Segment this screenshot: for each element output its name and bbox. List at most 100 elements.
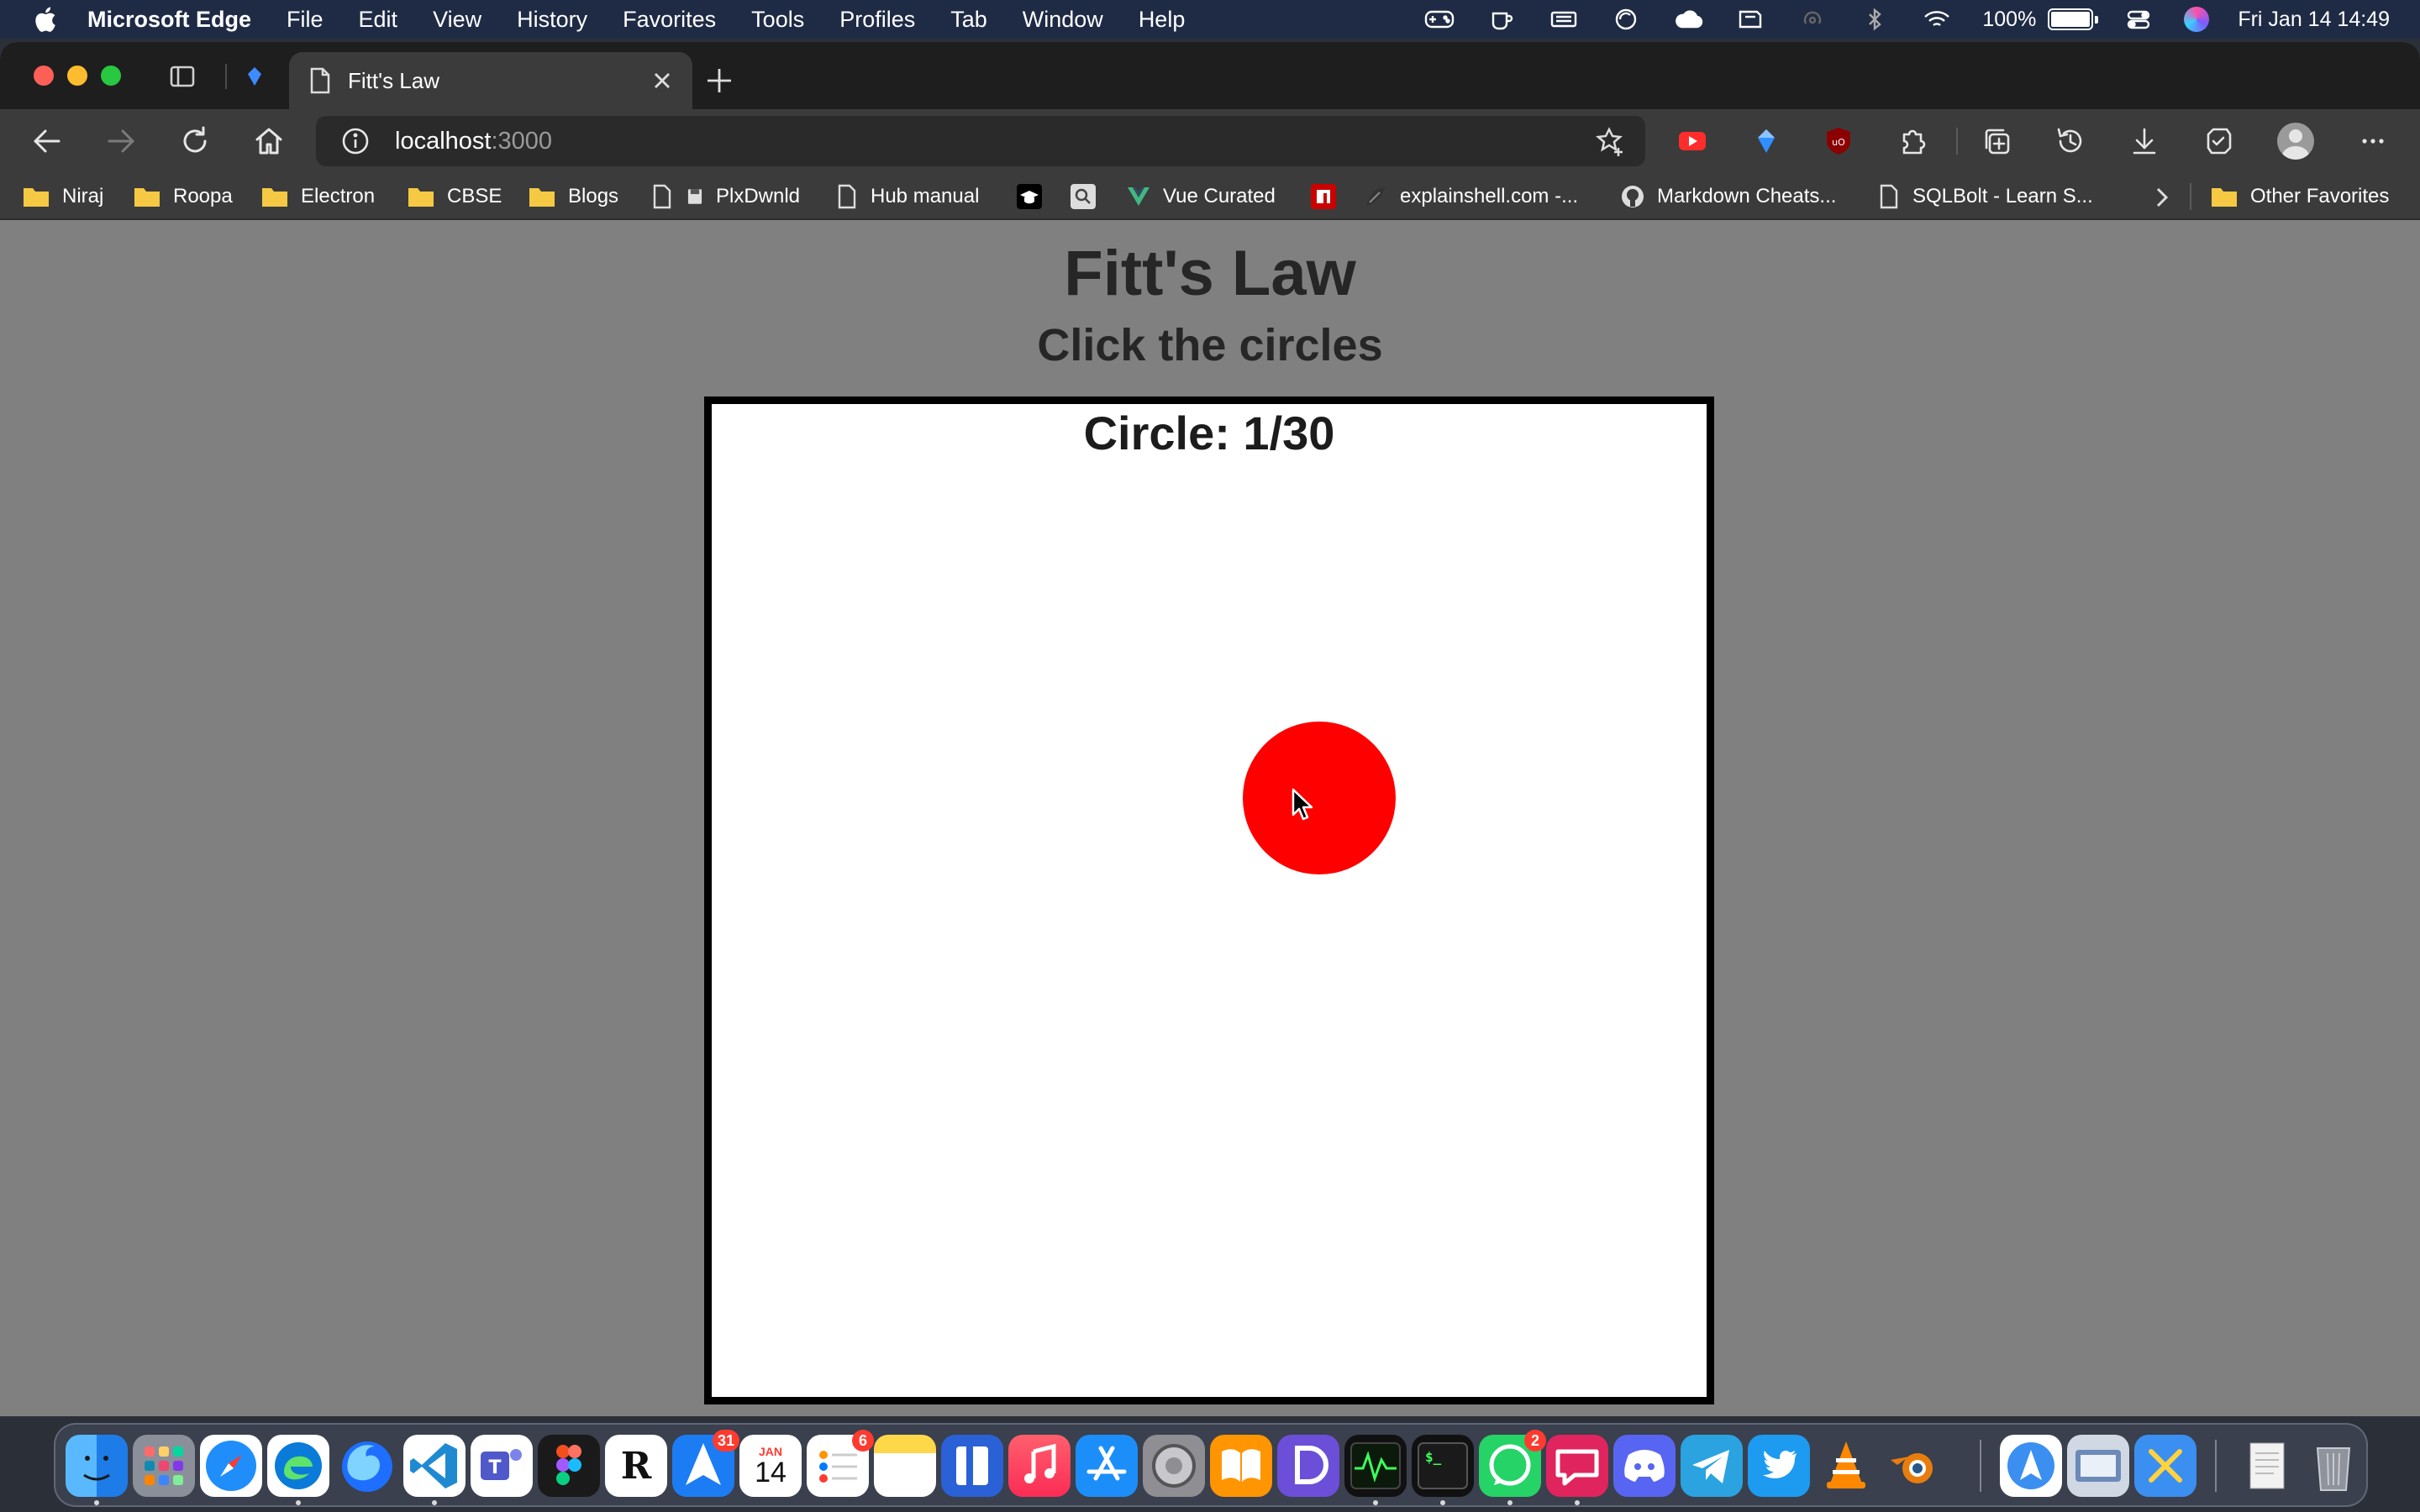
more-options-icon[interactable] xyxy=(2356,124,2390,158)
testflight-icon[interactable]: 31 xyxy=(672,1430,739,1497)
bookmark-folder-niraj[interactable]: Niraj xyxy=(22,180,103,213)
chevron-right-icon[interactable] xyxy=(2151,186,2171,208)
apple-icon[interactable] xyxy=(32,5,57,34)
telegram-icon[interactable] xyxy=(1681,1435,1743,1497)
reminders-icon[interactable]: 6 xyxy=(807,1430,874,1497)
figma-icon[interactable] xyxy=(538,1435,600,1497)
extensions-puzzle-icon[interactable] xyxy=(1896,124,1929,158)
vlc-icon[interactable] xyxy=(1815,1435,1877,1497)
finder-icon[interactable] xyxy=(66,1435,128,1497)
close-tab-icon[interactable] xyxy=(650,69,674,92)
airdrop-icon[interactable] xyxy=(1796,7,1829,32)
screenshots-folder-icon[interactable] xyxy=(2067,1435,2129,1497)
blender-icon[interactable] xyxy=(1882,1435,1944,1497)
youtube-extension-icon[interactable] xyxy=(1676,124,1709,158)
profile-avatar[interactable] xyxy=(2277,123,2314,160)
activity-monitor-icon[interactable] xyxy=(1344,1435,1407,1497)
system-preferences-icon[interactable] xyxy=(1143,1435,1205,1497)
trash-icon[interactable] xyxy=(2302,1435,2365,1497)
address-bar[interactable]: localhost:3000 xyxy=(316,116,1645,166)
menu-tab[interactable]: Tab xyxy=(950,7,987,33)
coffee-cup-icon[interactable] xyxy=(1485,7,1518,32)
dash-icon[interactable] xyxy=(1277,1435,1339,1497)
firefox-icon[interactable] xyxy=(336,1435,398,1497)
bookmark-mortarboard[interactable] xyxy=(1017,180,1054,213)
add-favorite-icon[interactable] xyxy=(1595,126,1627,158)
bookmark-markdown-cheatsheet[interactable]: Markdown Cheats... xyxy=(1620,180,1836,213)
xcode-tools-icon[interactable] xyxy=(2134,1435,2196,1497)
whatsapp-icon[interactable]: 2 xyxy=(1479,1430,1546,1497)
back-arrow-icon[interactable] xyxy=(30,124,64,158)
menu-history[interactable]: History xyxy=(517,7,587,33)
keyboard-icon[interactable] xyxy=(1547,7,1581,32)
speeko-messages-icon[interactable] xyxy=(1546,1435,1608,1497)
pinned-tab-icon[interactable] xyxy=(240,62,269,91)
performance-icon[interactable] xyxy=(2202,124,2235,158)
menu-app-name[interactable]: Microsoft Edge xyxy=(87,7,251,33)
file-manager-icon[interactable] xyxy=(941,1435,1003,1497)
vscode-icon[interactable] xyxy=(403,1435,466,1497)
music-icon[interactable] xyxy=(1008,1435,1071,1497)
bookmark-folder-roopa[interactable]: Roopa xyxy=(133,180,233,213)
bookmark-folder-other-favorites[interactable]: Other Favorites xyxy=(2210,180,2389,213)
history-icon[interactable] xyxy=(2054,124,2087,158)
menu-favorites[interactable]: Favorites xyxy=(623,7,716,33)
site-info-icon[interactable] xyxy=(341,127,370,155)
downloads-icon[interactable] xyxy=(2128,124,2161,158)
folder-sync-icon[interactable] xyxy=(1733,7,1767,32)
menu-file[interactable]: File xyxy=(287,7,324,33)
collections-icon[interactable] xyxy=(1980,124,2013,158)
notes-icon[interactable] xyxy=(874,1435,936,1497)
bookmark-search[interactable] xyxy=(1071,180,1107,213)
forward-arrow-icon[interactable] xyxy=(104,124,138,158)
menu-bar-clock[interactable]: Fri Jan 14 14:49 xyxy=(2238,8,2390,32)
menu-edit[interactable]: Edit xyxy=(359,7,398,33)
bookmark-folder-blogs[interactable]: Blogs xyxy=(528,180,618,213)
safari-icon[interactable] xyxy=(200,1435,262,1497)
battery-icon[interactable] xyxy=(2048,8,2099,30)
bluetooth-icon[interactable] xyxy=(1858,7,1891,32)
game-controller-icon[interactable] xyxy=(1423,7,1456,32)
shield-extension-icon[interactable] xyxy=(1749,124,1783,158)
window-close-button[interactable] xyxy=(34,66,54,86)
menu-view[interactable]: View xyxy=(433,7,481,33)
tab-active[interactable]: Fitt's Law xyxy=(289,52,692,109)
bookmark-folder-cbse[interactable]: CBSE xyxy=(407,180,502,213)
wifi-icon[interactable] xyxy=(1920,7,1954,32)
twitter-icon[interactable] xyxy=(1748,1435,1810,1497)
menu-tools[interactable]: Tools xyxy=(751,7,804,33)
bookmark-hub-manual[interactable]: Hub manual xyxy=(837,180,979,213)
terminal-icon[interactable]: $_ xyxy=(1412,1435,1474,1497)
bookmark-plxdwnld[interactable]: PlxDwnld xyxy=(652,180,800,213)
ublock-origin-icon[interactable]: uO xyxy=(1822,124,1855,158)
teams-icon[interactable]: T xyxy=(471,1435,533,1497)
launchpad-icon[interactable] xyxy=(133,1435,195,1497)
game-area[interactable]: Circle: 1/30 xyxy=(704,396,1714,1404)
siri-icon[interactable] xyxy=(2184,7,2210,32)
target-circle[interactable] xyxy=(1243,722,1396,874)
bookmark-explainshell[interactable]: explainshell.com -... xyxy=(1363,180,1578,213)
new-tab-icon[interactable] xyxy=(704,66,734,96)
bookmark-folder-electron[interactable]: Electron xyxy=(260,180,375,213)
bookmark-npm[interactable] xyxy=(1311,180,1348,213)
tab-actions-icon[interactable] xyxy=(168,62,197,91)
cloud-icon[interactable] xyxy=(1671,7,1705,32)
books-icon[interactable] xyxy=(1210,1435,1272,1497)
app-store-icon[interactable] xyxy=(1076,1435,1138,1497)
r-app-icon[interactable]: R xyxy=(605,1435,667,1497)
microsoft-edge-icon[interactable] xyxy=(267,1435,329,1497)
window-zoom-button[interactable] xyxy=(101,66,121,86)
applications-folder-icon[interactable] xyxy=(2000,1435,2062,1497)
home-icon[interactable] xyxy=(252,124,286,158)
window-minimize-button[interactable] xyxy=(67,66,87,86)
menu-profiles[interactable]: Profiles xyxy=(839,7,915,33)
refresh-icon[interactable] xyxy=(178,124,212,158)
menu-window[interactable]: Window xyxy=(1023,7,1103,33)
calendar-icon[interactable]: JAN 14 xyxy=(739,1435,802,1497)
sync-circle-icon[interactable] xyxy=(1609,7,1643,32)
bookmark-vue-curated[interactable]: Vue Curated xyxy=(1126,180,1276,213)
bookmark-sqlbolt[interactable]: SQLBolt - Learn S... xyxy=(1879,180,2093,213)
menu-help[interactable]: Help xyxy=(1139,7,1186,33)
documents-stack-icon[interactable] xyxy=(2235,1435,2297,1497)
discord-icon[interactable] xyxy=(1613,1435,1676,1497)
